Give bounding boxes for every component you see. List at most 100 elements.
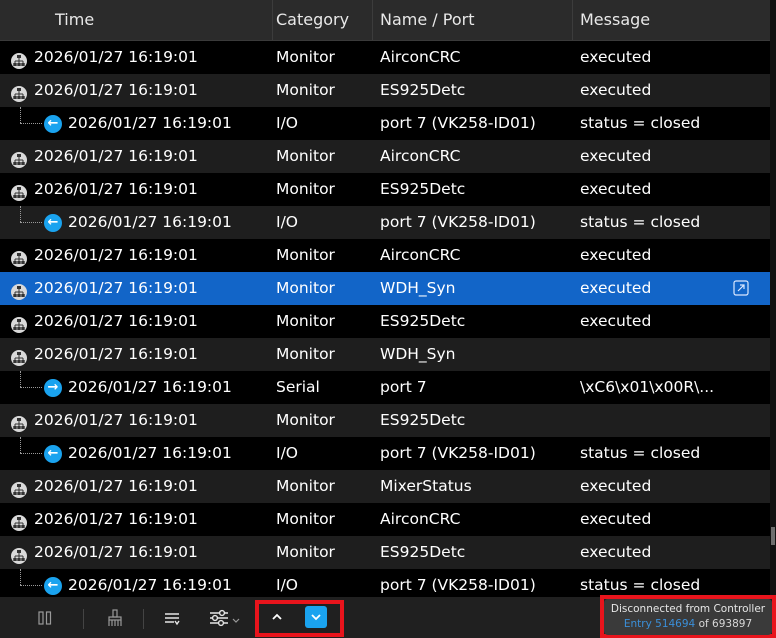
time-cell: 2026/01/27 16:19:01 [10, 338, 272, 371]
column-header: Time Category Name / Port Message [0, 0, 770, 41]
name-port-cell: AirconCRC [380, 48, 461, 66]
monitor-icon [10, 346, 28, 366]
time-cell: → 2026/01/27 16:19:01 [10, 371, 272, 404]
message-cell [580, 338, 730, 371]
monitor-icon [10, 82, 28, 102]
table-row-selected[interactable]: 2026/01/27 16:19:01 Monitor WDH_Syn execute… [0, 272, 770, 305]
table-row[interactable]: 2026/01/27 16:19:01 Monitor AirconCRC execu… [0, 41, 770, 74]
table-row[interactable]: ← 2026/01/27 16:19:01 I/O port 7 (VK258-ID0… [0, 437, 770, 470]
time-cell: ← 2026/01/27 16:19:01 [10, 437, 272, 470]
column-header-time[interactable]: Time [55, 0, 94, 40]
name-port-cell: WDH_Syn [380, 279, 456, 297]
table-row[interactable]: 2026/01/27 16:19:01 Monitor ES925Detc [0, 404, 770, 437]
category-cell: Monitor [276, 246, 335, 264]
scroll-up-icon [272, 613, 282, 620]
message-cell: \xC6\x01\x00R\... [580, 378, 715, 396]
table-row[interactable]: ← 2026/01/27 16:19:01 I/O port 7 (VK258-ID0… [0, 107, 770, 140]
monitor-icon [10, 313, 28, 333]
timestamp: 2026/01/27 16:19:01 [34, 279, 198, 297]
column-header-category[interactable]: Category [276, 0, 349, 40]
scroll-down-button[interactable] [305, 606, 327, 628]
pause-icon [38, 610, 52, 625]
column-divider[interactable] [272, 0, 273, 40]
message-cell: status = closed [580, 213, 701, 231]
timestamp: 2026/01/27 16:19:01 [68, 444, 232, 462]
table-row[interactable]: 2026/01/27 16:19:01 Monitor AirconCRC execu… [0, 140, 770, 173]
clear-icon [108, 608, 122, 626]
arrow-left-icon: ← [44, 213, 62, 232]
table-row[interactable]: ← 2026/01/27 16:19:01 I/O port 7 (VK258-ID0… [0, 206, 770, 239]
table-row[interactable]: 2026/01/27 16:19:01 Monitor ES925Detc execu… [0, 536, 770, 569]
table-row[interactable]: 2026/01/27 16:19:01 Monitor AirconCRC execu… [0, 503, 770, 536]
category-cell: I/O [276, 213, 298, 231]
timestamp: 2026/01/27 16:19:01 [34, 510, 198, 528]
message-cell: executed [580, 312, 652, 330]
time-cell: 2026/01/27 16:19:01 [10, 503, 272, 536]
toolbar-divider [143, 609, 144, 629]
monitor-icon [10, 247, 28, 267]
tree-connector [14, 437, 44, 470]
category-cell: Monitor [276, 147, 335, 165]
message-cell: status = closed [580, 576, 701, 594]
of-label: of [698, 618, 709, 630]
table-row[interactable]: 2026/01/27 16:19:01 Monitor ES925Detc execu… [0, 173, 770, 206]
category-cell: I/O [276, 576, 298, 594]
timestamp: 2026/01/27 16:19:01 [34, 246, 198, 264]
vertical-scrollbar[interactable] [770, 0, 776, 597]
time-cell: 2026/01/27 16:19:01 [10, 41, 272, 74]
category-cell: Monitor [276, 48, 335, 66]
entry-number: 514694 [655, 618, 696, 630]
message-cell: executed [580, 180, 652, 198]
table-row[interactable]: 2026/01/27 16:19:01 Monitor ES925Detc execu… [0, 74, 770, 107]
name-port-cell: port 7 (VK258-ID01) [380, 213, 536, 231]
time-cell: 2026/01/27 16:19:01 [10, 239, 272, 272]
scrollbar-thumb[interactable] [771, 527, 775, 545]
category-cell: Monitor [276, 411, 335, 429]
column-header-name-port[interactable]: Name / Port [380, 0, 474, 40]
message-cell: executed [580, 81, 652, 99]
wrap-lines-button[interactable] [158, 597, 186, 638]
tree-connector [14, 371, 44, 404]
time-cell: 2026/01/27 16:19:01 [10, 272, 272, 305]
name-port-cell: WDH_Syn [380, 345, 456, 363]
name-port-cell: ES925Detc [380, 411, 466, 429]
scroll-up-button[interactable] [266, 606, 288, 628]
category-cell: Monitor [276, 477, 335, 495]
arrow-left-icon: ← [44, 114, 62, 133]
column-divider[interactable] [372, 0, 373, 40]
pause-button[interactable] [30, 597, 60, 638]
table-row[interactable]: 2026/01/27 16:19:01 Monitor MixerStatus exe… [0, 470, 770, 503]
message-cell: status = closed [580, 114, 701, 132]
message-cell: executed [580, 279, 652, 297]
open-detail-icon[interactable] [733, 280, 749, 296]
name-port-cell: AirconCRC [380, 147, 461, 165]
table-row[interactable]: 2026/01/27 16:19:01 Monitor AirconCRC execu… [0, 239, 770, 272]
timestamp: 2026/01/27 16:19:01 [34, 312, 198, 330]
monitor-icon [10, 148, 28, 168]
clear-button[interactable] [101, 597, 129, 638]
entry-total: 693897 [712, 618, 753, 630]
filter-settings-button[interactable] [203, 597, 245, 638]
timestamp: 2026/01/27 16:19:01 [34, 477, 198, 495]
message-cell: executed [580, 246, 652, 264]
table-row[interactable]: → 2026/01/27 16:19:01 Serial port 7 \xC6\x01… [0, 371, 770, 404]
monitor-icon [10, 544, 28, 564]
category-cell: Monitor [276, 180, 335, 198]
table-row[interactable]: ← 2026/01/27 16:19:01 I/O port 7 (VK258-ID0… [0, 569, 770, 597]
entry-label: Entry [623, 618, 652, 630]
name-port-cell: ES925Detc [380, 81, 466, 99]
timestamp: 2026/01/27 16:19:01 [34, 81, 198, 99]
table-row[interactable]: 2026/01/27 16:19:01 Monitor ES925Detc execu… [0, 305, 770, 338]
name-port-cell: ES925Detc [380, 180, 466, 198]
timestamp: 2026/01/27 16:19:01 [34, 345, 198, 363]
category-cell: Monitor [276, 345, 335, 363]
entry-counter: Entry 514694 of 693897 [604, 617, 772, 631]
table-row[interactable]: 2026/01/27 16:19:01 Monitor WDH_Syn [0, 338, 770, 371]
column-divider[interactable] [572, 0, 573, 40]
arrow-left-icon: ← [44, 576, 62, 595]
time-cell: 2026/01/27 16:19:01 [10, 305, 272, 338]
message-cell: executed [580, 147, 652, 165]
name-port-cell: port 7 (VK258-ID01) [380, 114, 536, 132]
filter-settings-icon [210, 609, 228, 626]
column-header-message[interactable]: Message [580, 0, 650, 40]
